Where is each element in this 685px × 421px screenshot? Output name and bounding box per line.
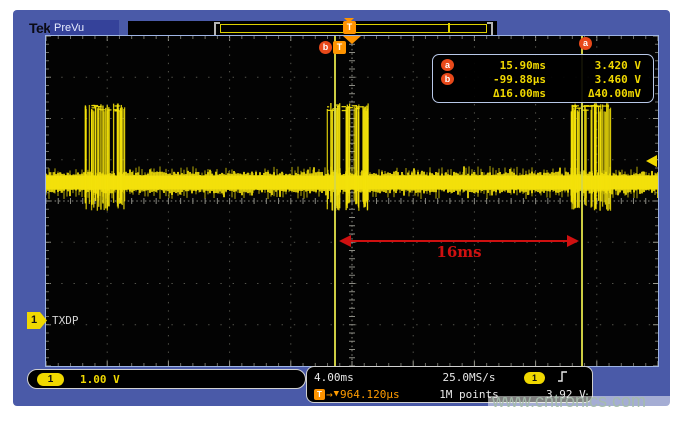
tek-logo: Tek xyxy=(29,20,51,36)
trigger-source-cell: 1 xyxy=(524,369,588,386)
delta-spacer xyxy=(441,87,454,99)
channel-1-reference-marker[interactable]: 1 xyxy=(27,312,47,329)
cursor-delta-readout-row: Δ16.00ms Δ40.00mV xyxy=(433,86,653,100)
waveform-display: b T a a 15.90ms 3.420 V b -99.88µs 3.460… xyxy=(46,36,658,366)
trigger-delay-t-badge: T xyxy=(314,389,325,400)
trigger-source-badge: 1 xyxy=(524,372,545,384)
delta-time: Δ16.00ms xyxy=(454,87,546,100)
signal-name-label: TXDP xyxy=(52,314,79,327)
triangle-down-icon: ▼ xyxy=(334,389,339,399)
cursor-a-readout-row: a 15.90ms 3.420 V xyxy=(433,58,653,72)
arrow-right-icon: → xyxy=(326,388,333,401)
oscilloscope-screenshot: Tek PreVu T b T a a 15.90ms 3.420 V xyxy=(0,0,685,421)
time-measurement-label: 16ms xyxy=(339,243,579,261)
trigger-delay-readout: 964.120µs xyxy=(340,388,400,401)
trigger-slope-icon xyxy=(557,370,568,386)
trigger-marker-badge: T xyxy=(333,41,346,54)
cursor-a-voltage: 3.420 V xyxy=(546,59,653,72)
record-cursor-tick xyxy=(448,23,450,33)
trigger-position-badge: T xyxy=(343,21,356,34)
trigger-delay-cell: T→▼964.120µs xyxy=(314,386,414,402)
record-window-bracket-right xyxy=(487,22,493,37)
measurement-arrow-line xyxy=(348,240,570,242)
trigger-level-arrow-icon[interactable] xyxy=(646,155,657,167)
cursor-b-line[interactable] xyxy=(334,36,336,368)
scope-bezel: Tek PreVu T b T a a 15.90ms 3.420 V xyxy=(13,10,670,406)
record-view-strip: T xyxy=(128,21,497,35)
cursor-b-voltage: 3.460 V xyxy=(546,73,653,86)
cursor-readout-panel: a 15.90ms 3.420 V b -99.88µs 3.460 V Δ16… xyxy=(432,54,654,103)
sample-rate-readout: 25.0MS/s xyxy=(414,369,524,386)
cursor-a-badge: a xyxy=(579,37,592,50)
cursor-b-readout-row: b -99.88µs 3.460 V xyxy=(433,72,653,86)
channel-1-badge: 1 xyxy=(37,373,64,386)
cursor-a-time: 15.90ms xyxy=(454,59,546,72)
record-window-bracket-left xyxy=(214,22,220,37)
channel-1-status-panel[interactable]: 1 1.00 V xyxy=(27,369,306,389)
cursor-a-marker-icon: a xyxy=(441,59,454,71)
cursor-b-time: -99.88µs xyxy=(454,73,546,86)
channel-1-scale-readout: 1.00 V xyxy=(80,373,120,386)
cursor-b-marker-icon: b xyxy=(441,73,454,85)
watermark: www.cntronics.com xyxy=(492,391,646,412)
cursor-b-badge: b xyxy=(319,41,332,54)
acquisition-mode-badge: PreVu xyxy=(50,20,119,36)
timebase-readout: 4.00ms xyxy=(314,369,414,386)
delta-voltage: Δ40.00mV xyxy=(546,87,653,100)
time-measurement-arrow: 16ms xyxy=(339,234,579,264)
